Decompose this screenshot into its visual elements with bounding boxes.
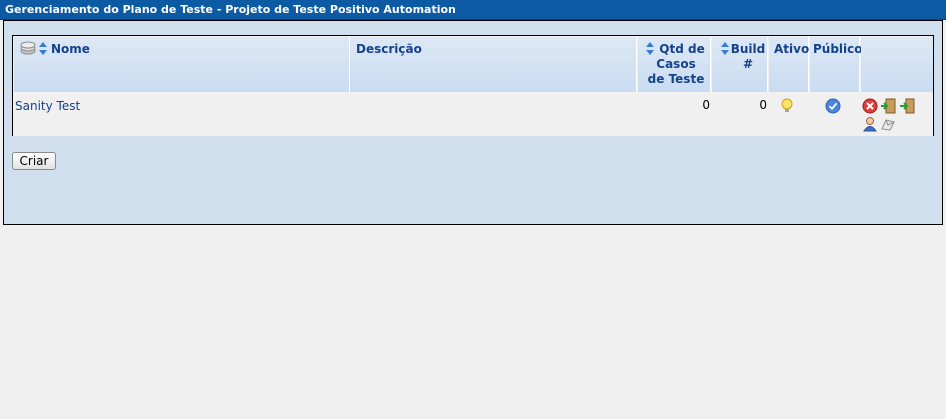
column-label-build-line2: # [742, 57, 754, 71]
create-button[interactable]: Criar [12, 152, 56, 170]
window-title-bar: Gerenciamento do Plano de Teste - Projet… [0, 0, 946, 20]
test-cases-count: 0 [702, 98, 710, 112]
toggle-columns-icon[interactable] [20, 41, 36, 57]
column-label-name: Nome [51, 42, 90, 56]
sort-icon[interactable] [39, 42, 47, 55]
window-title: Gerenciamento do Plano de Teste - Projet… [5, 3, 456, 16]
column-label-public: Público [813, 42, 863, 56]
column-label-active: Ativo [774, 42, 810, 56]
build-count: 0 [759, 98, 767, 112]
column-label-test-cases-line1: Qtd de [659, 42, 705, 56]
active-bulb-icon[interactable] [779, 98, 795, 114]
test-plan-panel: Nome Descrição Qtd de Casos de Teste Bui… [3, 20, 943, 225]
column-header-actions [861, 37, 933, 92]
test-plan-table: Nome Descrição Qtd de Casos de Teste Bui… [12, 35, 934, 136]
test-plan-name-link[interactable]: Sanity Test [15, 99, 80, 113]
export-icon[interactable] [880, 98, 896, 114]
column-label-test-cases: Qtd de Casos de Teste [642, 42, 710, 87]
column-label-test-cases-line2: Casos [656, 57, 696, 71]
column-header-name[interactable]: Nome [14, 37, 350, 92]
assign-users-icon[interactable] [862, 116, 878, 132]
column-header-test-cases[interactable]: Qtd de Casos de Teste [638, 37, 711, 92]
delete-icon[interactable] [862, 98, 878, 114]
import-icon[interactable] [899, 98, 915, 114]
sort-icon[interactable] [721, 42, 729, 55]
public-check-icon[interactable] [825, 98, 841, 114]
column-header-active: Ativo [769, 37, 809, 92]
milestones-icon[interactable] [880, 116, 896, 132]
column-header-public: Público [810, 37, 863, 92]
column-label-test-cases-line3: de Teste [647, 72, 705, 86]
column-header-description: Descrição [350, 37, 637, 92]
column-label-build-line1: Build [730, 42, 766, 56]
column-label-build: Build # [730, 42, 766, 72]
column-label-description: Descrição [356, 42, 422, 56]
column-header-build[interactable]: Build # [712, 37, 768, 92]
